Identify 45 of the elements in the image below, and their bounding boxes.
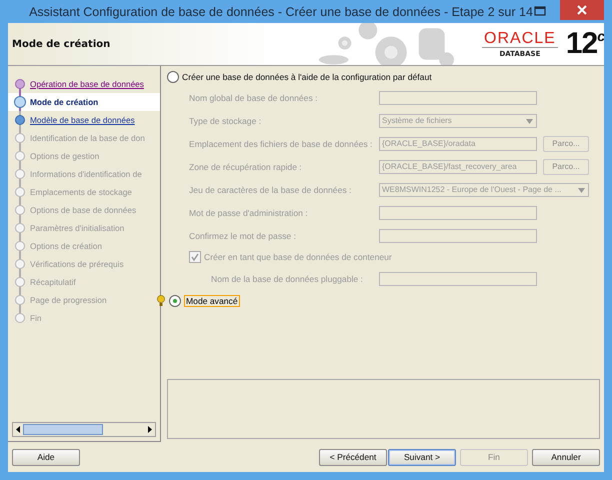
field-label: Mot de passe d'administration :: [189, 208, 309, 218]
dropdown-arrow-icon: [578, 188, 585, 192]
field-label: Confirmez le mot de passe :: [189, 230, 297, 240]
brand-logo: ORACLE: [482, 30, 558, 48]
radio-button[interactable]: [167, 71, 179, 83]
step-item[interactable]: Options de base de données: [30, 205, 136, 215]
option-label: Créer une base de données à l'aide de la configuration par défaut: [182, 72, 432, 82]
step-item[interactable]: Page de progression: [30, 295, 107, 305]
wizard-button[interactable]: Annuler: [532, 448, 600, 466]
close-button[interactable]: [560, 0, 604, 20]
step-item[interactable]: Paramètres d'initialisation: [30, 223, 124, 233]
field-label: Nom de la base de données pluggable :: [210, 274, 364, 284]
field-label: Jeu de caractères de la base de données :: [189, 184, 352, 194]
option-label: Mode avancé: [184, 295, 240, 307]
page-title: Mode de création: [11, 38, 112, 50]
input-field[interactable]: [379, 272, 537, 286]
step-item[interactable]: Fin: [30, 313, 42, 323]
step-item[interactable]: Options de création: [30, 241, 102, 251]
input-field[interactable]: [379, 228, 537, 242]
step-item[interactable]: Options de gestion: [30, 151, 100, 161]
version-label: 12$^{c}$: [566, 29, 604, 59]
dropdown-arrow-icon: [526, 118, 533, 124]
input-field[interactable]: [379, 90, 537, 104]
field-label: Emplacement des fichiers de base de données :: [189, 138, 374, 148]
field-label: Nom global de base de données :: [189, 92, 319, 102]
step-item[interactable]: Identification de la base de don: [30, 133, 145, 143]
step-item[interactable]: Vérifications de prérequis: [30, 259, 124, 269]
step-item[interactable]: Modèle de base de données: [30, 115, 135, 125]
step-item[interactable]: Emplacements de stockage: [30, 187, 132, 197]
step-item[interactable]: Opération de base de données: [30, 79, 144, 89]
field-label: Zone de récupération rapide :: [189, 162, 303, 172]
step-item[interactable]: Informations d'identification de: [30, 169, 142, 179]
lightbulb-icon: [157, 295, 165, 307]
help-button[interactable]: Aide: [12, 448, 80, 466]
window-title: Assistant Configuration de base de données - Créer une base de données - Etape 2 sur 14: [28, 4, 534, 18]
radio-button[interactable]: [169, 295, 181, 307]
close-icon: [577, 5, 587, 15]
wizard-button[interactable]: Suivant >: [388, 448, 456, 466]
wizard-button[interactable]: < Précédent: [319, 448, 387, 466]
input-field[interactable]: [379, 206, 537, 220]
step-item[interactable]: Récapitulatif: [30, 277, 76, 287]
checkbox-label: Créer en tant que base de données de conteneur: [204, 252, 392, 262]
horizontal-scrollbar[interactable]: [12, 422, 156, 437]
maximize-icon[interactable]: [534, 6, 546, 16]
field-label: Type de stockage :: [189, 116, 262, 126]
